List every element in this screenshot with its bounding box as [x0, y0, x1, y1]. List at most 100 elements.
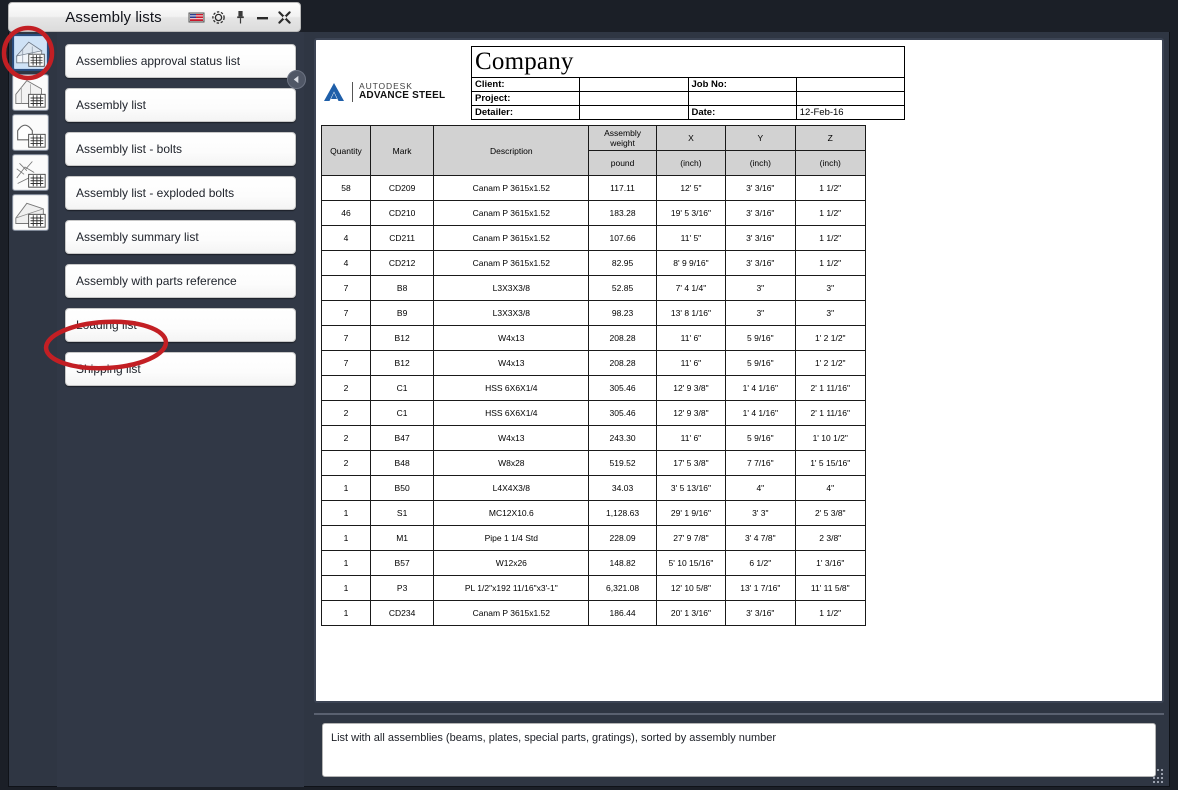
- table-row[interactable]: 2 C1 HSS 6X6X1/4 305.46 12' 9 3/8" 1' 4 1/16"…: [321, 375, 867, 401]
- cell-assembly-weight: 98.23: [588, 300, 657, 326]
- detailer-value[interactable]: [579, 105, 689, 120]
- cell-mark: CD210: [369, 200, 435, 226]
- cell-mark: B57: [369, 550, 435, 576]
- chevron-left-icon: [293, 75, 299, 84]
- client-value[interactable]: [579, 77, 689, 92]
- description-box: List with all assemblies (beams, plates,…: [322, 723, 1156, 777]
- cell-mark: CD211: [369, 225, 435, 251]
- table-row[interactable]: 7 B12 W4x13 208.28 11' 6" 5 9/16" 1' 2 1/2": [321, 350, 867, 376]
- cell-x: 19' 5 3/16": [655, 200, 727, 226]
- cell-y: 5 9/16": [725, 325, 796, 351]
- company-cell: Company: [471, 46, 905, 78]
- autodesk-advance-steel-logo: AUTODESK ADVANCE STEEL: [321, 79, 445, 105]
- cell-x: 11' 6": [655, 425, 727, 451]
- project-value[interactable]: [579, 91, 689, 106]
- rail-bolt-lists[interactable]: [12, 114, 49, 151]
- list-item-assembly-summary-list[interactable]: Assembly summary list: [65, 220, 296, 254]
- list-item-assemblies-approval-status-list[interactable]: Assemblies approval status list: [65, 44, 296, 78]
- table-row[interactable]: 1 CD234 Canam P 3615x1.52 186.44 20' 1 3/16"…: [321, 600, 867, 626]
- cell-assembly-weight: 208.28: [588, 325, 657, 351]
- date-value: 12-Feb-16: [795, 105, 906, 120]
- cell-y: 7 7/16": [725, 450, 796, 476]
- list-item-assembly-list-exploded-bolts[interactable]: Assembly list - exploded bolts: [65, 176, 296, 210]
- close-icon[interactable]: [276, 9, 293, 26]
- table-row[interactable]: 1 B50 L4X4X3/8 34.03 3' 5 13/16" 4" 4": [321, 475, 867, 501]
- table-row[interactable]: 1 P3 PL 1/2"x192 11/16"x3'-1" 6,321.08 12' 1…: [321, 575, 867, 601]
- table-row[interactable]: 2 C1 HSS 6X6X1/4 305.46 12' 9 3/8" 1' 4 1/16"…: [321, 400, 867, 426]
- list-item-assembly-with-parts-reference[interactable]: Assembly with parts reference: [65, 264, 296, 298]
- report-header-block: Company Client: Job No: Project: Detaile…: [470, 46, 1162, 120]
- table-row[interactable]: 7 B12 W4x13 208.28 11' 6" 5 9/16" 1' 2 1/2": [321, 325, 867, 351]
- table-row[interactable]: 1 B57 W12x26 148.82 5' 10 15/16" 6 1/2" 1' 3/1…: [321, 550, 867, 576]
- cell-quantity: 1: [321, 500, 371, 526]
- table-row[interactable]: 4 CD212 Canam P 3615x1.52 82.95 8' 9 9/16" 3'…: [321, 250, 867, 276]
- col-header-y: Y: [725, 125, 796, 151]
- cell-assembly-weight: 1,128.63: [588, 500, 657, 526]
- cell-assembly-weight: 243.30: [588, 425, 657, 451]
- cell-x: 3' 5 13/16": [655, 475, 727, 501]
- assembly-lists-icon: [15, 37, 46, 68]
- cell-mark: S1: [369, 500, 435, 526]
- titlebar-icon-group: [188, 9, 300, 26]
- cell-z: 1 1/2": [794, 225, 867, 251]
- table-row[interactable]: 58 CD209 Canam P 3615x1.52 117.11 12' 5" 3' 3…: [321, 175, 867, 201]
- table-row[interactable]: 46 CD210 Canam P 3615x1.52 183.28 19' 5 3/16…: [321, 200, 867, 226]
- cell-z: 1' 3/16": [794, 550, 867, 576]
- cell-z: 1 1/2": [794, 600, 867, 626]
- list-item-assembly-list[interactable]: Assembly list: [65, 88, 296, 122]
- cell-assembly-weight: 117.11: [588, 175, 657, 201]
- list-item-label: Shipping list: [76, 362, 141, 376]
- cell-description: W4x13: [433, 425, 590, 451]
- language-flag-icon[interactable]: [188, 9, 205, 26]
- table-row[interactable]: 4 CD211 Canam P 3615x1.52 107.66 11' 5" 3' 3/…: [321, 225, 867, 251]
- rail-part-lists[interactable]: [12, 74, 49, 111]
- cell-x: 12' 5": [655, 175, 727, 201]
- cell-mark: B12: [369, 325, 435, 351]
- jobno-label: Job No:: [687, 77, 797, 92]
- cell-quantity: 4: [321, 225, 371, 251]
- col-unit-x: (inch): [655, 150, 727, 176]
- jobno-value[interactable]: [795, 77, 906, 92]
- window-titlebar[interactable]: Assembly lists: [8, 2, 301, 32]
- list-item-label: Assembly list - bolts: [76, 142, 183, 156]
- cell-x: 20' 1 3/16": [655, 600, 727, 626]
- rail-exploded-lists[interactable]: [12, 154, 49, 191]
- cell-z: 11' 11 5/8": [794, 575, 867, 601]
- table-row[interactable]: 1 M1 Pipe 1 1/4 Std 228.09 27' 9 7/8" 3' 4 7/…: [321, 525, 867, 551]
- pin-icon[interactable]: [232, 9, 249, 26]
- description-area: List with all assemblies (beams, plates,…: [314, 713, 1164, 781]
- col-header-assembly-weight: Assembly weight: [588, 125, 657, 151]
- cell-y: 5 9/16": [725, 350, 796, 376]
- list-item-loading-list[interactable]: Loading list: [65, 308, 296, 342]
- list-item-assembly-list-bolts[interactable]: Assembly list - bolts: [65, 132, 296, 166]
- cell-z: 1' 5 15/16": [794, 450, 867, 476]
- cell-quantity: 2: [321, 425, 371, 451]
- table-row[interactable]: 1 S1 MC12X10.6 1,128.63 29' 1 9/16" 3' 3" 2' 5…: [321, 500, 867, 526]
- cell-mark: M1: [369, 525, 435, 551]
- rail-structure-lists[interactable]: [12, 194, 49, 231]
- table-row[interactable]: 7 B8 L3X3X3/8 52.85 7' 4 1/4" 3" 3": [321, 275, 867, 301]
- table-row[interactable]: 7 B9 L3X3X3/8 98.23 13' 8 1/16" 3" 3": [321, 300, 867, 326]
- gear-icon[interactable]: [210, 9, 227, 26]
- cell-y: 3' 3/16": [725, 600, 796, 626]
- cell-quantity: 1: [321, 475, 371, 501]
- cell-y: 4": [725, 475, 796, 501]
- table-row[interactable]: 2 B48 W8x28 519.52 17' 5 3/8" 7 7/16" 1' 5 15/…: [321, 450, 867, 476]
- report-preview[interactable]: AUTODESK ADVANCE STEEL Company Client: J…: [314, 38, 1164, 703]
- list-item-shipping-list[interactable]: Shipping list: [65, 352, 296, 386]
- cell-x: 11' 6": [655, 325, 727, 351]
- minimize-icon[interactable]: [254, 9, 271, 26]
- project-label: Project:: [470, 91, 581, 106]
- col-header-mark: Mark: [369, 125, 435, 176]
- cell-mark: CD209: [369, 175, 435, 201]
- cell-y: 3": [725, 275, 796, 301]
- collapse-panel-button[interactable]: [287, 70, 306, 89]
- cell-description: L4X4X3/8: [433, 475, 590, 501]
- rail-assembly-lists[interactable]: [12, 34, 49, 71]
- cell-description: Canam P 3615x1.52: [433, 175, 590, 201]
- cell-description: Canam P 3615x1.52: [433, 250, 590, 276]
- table-row[interactable]: 2 B47 W4x13 243.30 11' 6" 5 9/16" 1' 10 1/2": [321, 425, 867, 451]
- col-header-quantity: Quantity: [321, 125, 371, 176]
- resize-grip[interactable]: [1151, 769, 1165, 783]
- cell-x: 5' 10 15/16": [655, 550, 727, 576]
